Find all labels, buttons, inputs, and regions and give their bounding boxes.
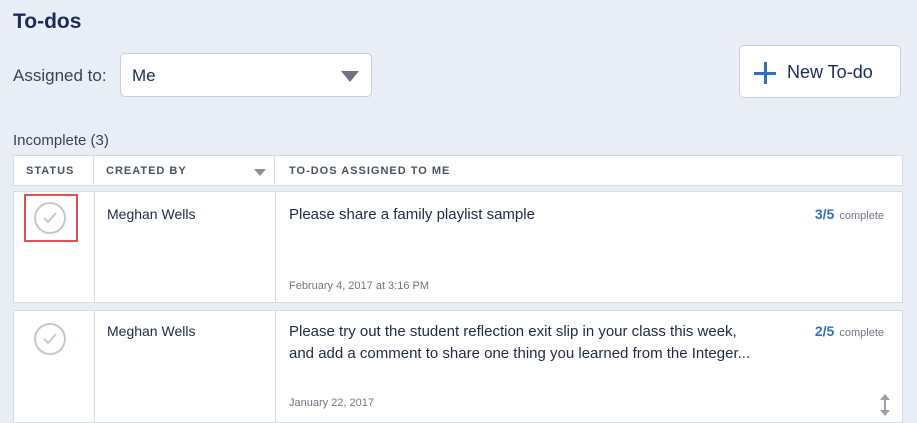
- sort-down-icon[interactable]: [254, 169, 266, 176]
- todo-date: February 4, 2017 at 3:16 PM: [289, 280, 430, 292]
- creator-name: Meghan Wells: [107, 323, 196, 339]
- todo-cell: Please share a family playlist sample Fe…: [275, 192, 902, 302]
- status-cell: [14, 311, 95, 422]
- created-by-cell: Meghan Wells: [94, 192, 276, 302]
- status-column-header: STATUS: [14, 156, 94, 185]
- progress-label: complete: [839, 327, 884, 339]
- chevron-down-icon: [341, 71, 359, 82]
- complete-checkmark-icon[interactable]: [34, 202, 66, 234]
- progress-indicator: 2/5 complete: [815, 323, 884, 339]
- progress-indicator: 3/5 complete: [815, 206, 884, 222]
- todo-date: January 22, 2017: [289, 397, 375, 409]
- page-title: To-dos: [13, 10, 82, 33]
- progress-count: 2/5: [814, 323, 835, 339]
- todo-text[interactable]: Please try out the student reflection ex…: [289, 321, 759, 365]
- created-by-column-header[interactable]: CREATED BY: [94, 156, 275, 185]
- assigned-to-value: Me: [132, 66, 156, 85]
- todos-table: STATUS CREATED BY TO-DOS ASSIGNED TO ME …: [13, 155, 903, 423]
- todo-cell: Please try out the student reflection ex…: [275, 311, 902, 422]
- created-by-cell: Meghan Wells: [94, 311, 276, 422]
- creator-name: Meghan Wells: [107, 206, 196, 222]
- todos-column-header: TO-DOS ASSIGNED TO ME: [289, 165, 451, 177]
- new-todo-label: New To-do: [787, 62, 873, 82]
- complete-checkmark-icon[interactable]: [34, 323, 66, 355]
- assigned-to-select[interactable]: Me: [120, 53, 372, 97]
- assigned-to-label: Assigned to:: [13, 66, 107, 85]
- progress-label: complete: [839, 210, 884, 222]
- drag-handle-icon[interactable]: [880, 394, 890, 416]
- status-cell: [14, 192, 95, 302]
- progress-count: 3/5: [814, 206, 835, 222]
- todo-text[interactable]: Please share a family playlist sample: [289, 204, 759, 226]
- created-by-header-label: CREATED BY: [106, 165, 187, 177]
- table-row: Meghan Wells Please try out the student …: [13, 310, 903, 423]
- table-row: Meghan Wells Please share a family playl…: [13, 191, 903, 303]
- table-header: STATUS CREATED BY TO-DOS ASSIGNED TO ME: [13, 155, 903, 186]
- incomplete-section-label: Incomplete (3): [13, 132, 109, 149]
- new-todo-button[interactable]: New To-do: [739, 45, 901, 98]
- plus-icon: [754, 62, 776, 84]
